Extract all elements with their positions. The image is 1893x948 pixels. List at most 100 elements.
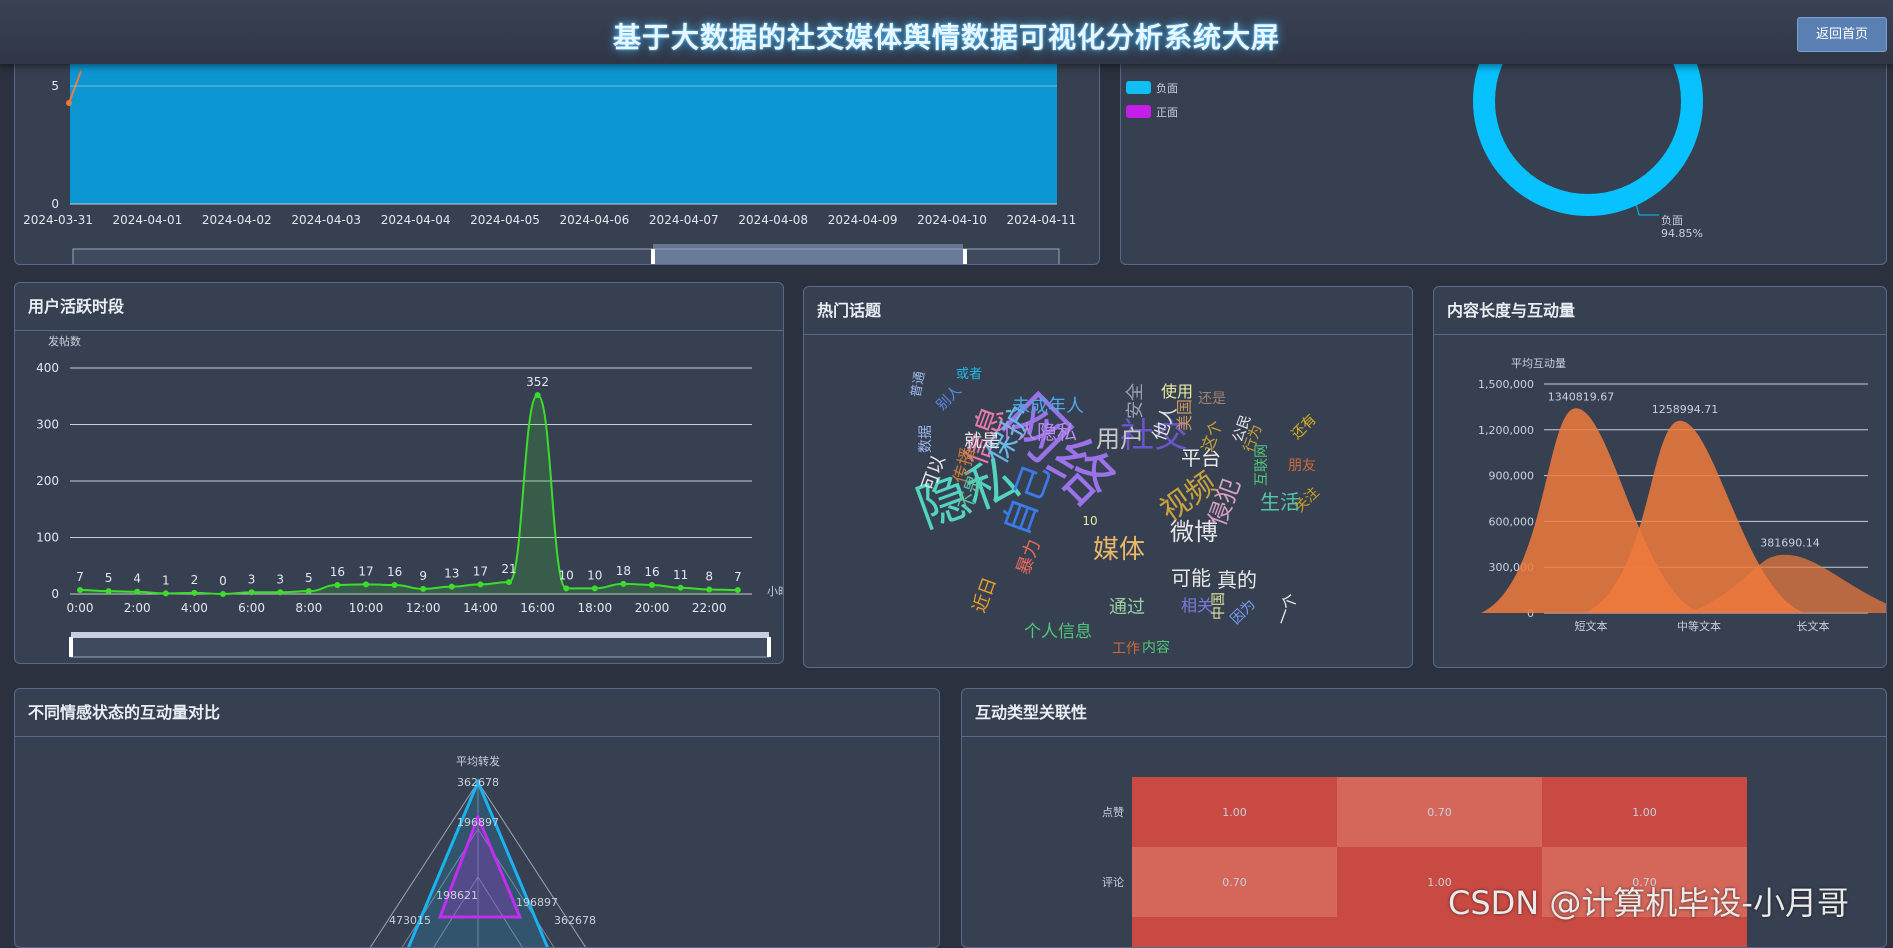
word-cloud-item[interactable]: 这个 — [1197, 418, 1226, 455]
data-point[interactable] — [134, 588, 141, 595]
word-cloud-item[interactable]: 个人隐私 — [997, 420, 1077, 444]
word-cloud-item[interactable]: 相关 — [1181, 596, 1213, 615]
trend-xtick: 2024-04-02 — [202, 213, 272, 227]
word-cloud-item[interactable]: 因为 — [1228, 597, 1259, 628]
word-cloud-item[interactable]: 10 — [1082, 514, 1097, 528]
donut-label-name: 负面 — [1661, 213, 1683, 227]
data-point[interactable] — [105, 588, 112, 595]
data-point[interactable] — [534, 392, 541, 399]
data-label: 3 — [248, 572, 256, 586]
x-tick-label: 8:00 — [295, 601, 322, 615]
radar-value-label: 198621 — [436, 889, 478, 902]
trend-zoom-handle-right[interactable] — [963, 249, 967, 265]
word-cloud-item[interactable]: 别人 — [934, 383, 965, 414]
header-bar: 基于大数据的社交媒体舆情数据可视化分析系统大屏 返回首页 — [0, 0, 1893, 64]
x-tick-label: 10:00 — [349, 601, 384, 615]
active-zoom-track[interactable] — [70, 636, 770, 658]
word-cloud-item[interactable]: 未成年人 — [1012, 396, 1084, 417]
word-cloud-item[interactable]: 工作 — [1112, 641, 1140, 657]
watermark: CSDN @计算机毕设-小月哥 — [1448, 884, 1849, 922]
data-point[interactable] — [649, 581, 655, 588]
data-point[interactable] — [477, 581, 484, 588]
word-cloud-item[interactable]: 用户 — [1096, 425, 1144, 453]
legend-swatch-negative — [1126, 81, 1151, 94]
word-cloud-item[interactable]: 真的 — [1217, 568, 1257, 592]
data-point[interactable] — [191, 589, 198, 596]
word-cloud-item[interactable]: 使用 — [1161, 382, 1193, 401]
word-cloud-item[interactable]: 一个 — [1272, 591, 1301, 628]
radar-value-label: 196897 — [516, 896, 558, 909]
y-axis-label: 发帖数 — [48, 334, 81, 348]
trend-area — [70, 61, 1057, 204]
data-point[interactable] — [220, 591, 226, 597]
word-cloud-item[interactable]: 互联网 — [1254, 444, 1270, 486]
word-cloud-item[interactable]: 通过 — [1109, 597, 1145, 618]
heatmap-value: 1.00 — [1222, 806, 1247, 819]
data-label: 17 — [473, 564, 488, 578]
data-point[interactable] — [734, 587, 741, 594]
data-label: 5 — [105, 571, 113, 585]
word-cloud-item[interactable]: 暴力 — [1013, 537, 1045, 578]
word-cloud-item[interactable]: 美国 — [1175, 399, 1194, 431]
data-point[interactable] — [77, 587, 83, 594]
data-point[interactable] — [563, 585, 570, 592]
data-point[interactable] — [620, 580, 627, 587]
data-label: 16 — [387, 565, 402, 579]
sentiment-chart: 负面 正面 负面 94.85% — [1126, 31, 1703, 240]
data-label: 1340819.67 — [1548, 390, 1614, 403]
data-point[interactable] — [305, 588, 312, 595]
data-label: 8 — [705, 569, 713, 583]
y-tick-label: 200 — [36, 474, 59, 488]
data-point[interactable] — [591, 585, 598, 592]
legend-label-positive: 正面 — [1156, 106, 1178, 119]
word-cloud-item[interactable]: 近日 — [969, 575, 1001, 616]
panel-title: 不同情感状态的互动量对比 — [15, 689, 939, 737]
word-cloud-item[interactable]: 个人信息 — [1024, 622, 1092, 642]
active-hours-chart: 发帖数 小时 0 100 200 300 400 7 5 4 1 2 0 3 3 5 16 17 16 9 13 1… — [36, 334, 783, 658]
word-cloud-item[interactable]: 普通 — [909, 370, 928, 398]
data-point[interactable] — [448, 583, 455, 590]
x-tick-label: 18:00 — [578, 601, 613, 615]
trend-zoom-window[interactable] — [653, 244, 963, 265]
data-point[interactable] — [363, 581, 369, 588]
x-tick-label: 6:00 — [238, 601, 265, 615]
data-label: 4 — [133, 572, 141, 586]
data-point[interactable] — [506, 579, 512, 586]
word-cloud-item[interactable]: 朋友 — [1288, 458, 1316, 474]
data-point[interactable] — [706, 586, 713, 593]
y-tick-label: 300 — [36, 418, 59, 432]
y-tick-label: 1,500,000 — [1478, 378, 1534, 391]
active-zoom-handle-left[interactable] — [69, 637, 73, 657]
word-cloud-item[interactable]: 媒体 — [1093, 535, 1145, 565]
word-cloud-item[interactable]: 中国 — [1211, 592, 1227, 620]
data-point[interactable] — [677, 584, 684, 591]
data-point[interactable] — [277, 589, 284, 596]
trend-xtick: 2024-04-08 — [738, 213, 808, 227]
data-label: 3 — [276, 572, 284, 586]
data-point[interactable] — [391, 581, 398, 588]
trend-xtick: 2024-04-04 — [381, 213, 451, 227]
active-zoom-handle-right[interactable] — [767, 637, 771, 657]
word-cloud-item[interactable]: 还有 — [1289, 412, 1320, 443]
radar-panel: 不同情感状态的互动量对比 平均转发 362678 196897 198621 1… — [14, 688, 940, 948]
word-cloud-item[interactable]: 安全 — [1125, 383, 1146, 419]
data-point[interactable] — [248, 589, 255, 596]
word-cloud-item[interactable]: 内容 — [1142, 639, 1170, 656]
x-tick-label: 12:00 — [406, 601, 441, 615]
y-tick-label: 400 — [36, 361, 59, 375]
word-cloud-item[interactable]: 可能 — [1171, 566, 1211, 590]
back-home-button[interactable]: 返回首页 — [1797, 17, 1887, 52]
active-zoom-window[interactable] — [71, 632, 769, 638]
x-tick-label: 0:00 — [67, 601, 94, 615]
legend-label-negative: 负面 — [1156, 81, 1178, 95]
legend-swatch-positive — [1126, 105, 1151, 118]
data-label: 18 — [616, 564, 631, 578]
word-cloud-item[interactable]: 数据 — [918, 425, 934, 453]
word-cloud-item[interactable]: 或者 — [956, 367, 982, 382]
data-point[interactable] — [420, 585, 427, 592]
x-tick-label: 14:00 — [463, 601, 498, 615]
data-point[interactable] — [162, 590, 169, 597]
word-cloud-item[interactable]: 还是 — [1198, 391, 1226, 407]
data-point[interactable] — [334, 581, 341, 588]
trend-zoom-handle-left[interactable] — [651, 249, 655, 265]
